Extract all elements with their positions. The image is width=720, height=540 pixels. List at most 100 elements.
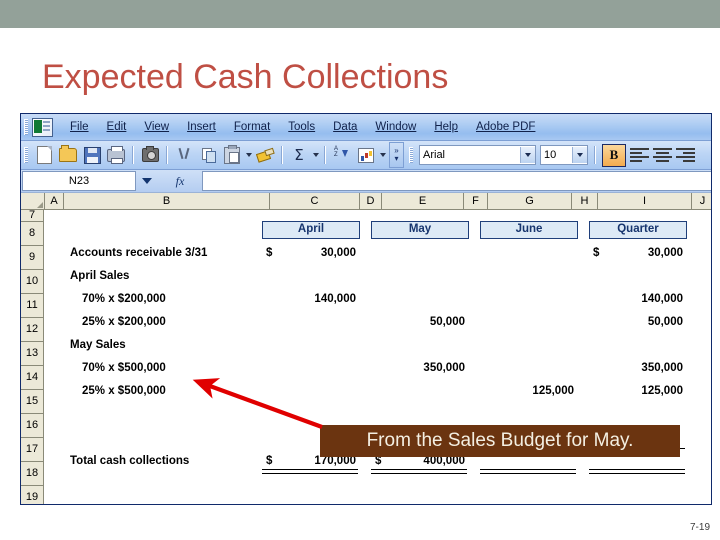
- paste-button[interactable]: [221, 144, 243, 166]
- cell-label-april-25[interactable]: 25% x $200,000: [82, 316, 166, 328]
- cell-total-april-dollar[interactable]: $: [266, 455, 272, 467]
- menu-item-adobe-pdf[interactable]: Adobe PDF: [467, 119, 544, 135]
- font-name-select[interactable]: Arial: [419, 145, 536, 165]
- font-name-chevron-down-icon[interactable]: [520, 147, 535, 163]
- format-painter-button[interactable]: [254, 144, 276, 166]
- cell-june-25[interactable]: 125,000: [496, 385, 574, 397]
- font-name-value: Arial: [423, 149, 446, 161]
- column-header-h[interactable]: H: [572, 193, 598, 210]
- cell-label-april-sales[interactable]: April Sales: [70, 270, 129, 282]
- column-header-b[interactable]: B: [64, 193, 270, 210]
- excel-document-icon: [32, 117, 53, 137]
- menu-item-file[interactable]: File: [61, 119, 98, 135]
- font-size-chevron-down-icon[interactable]: [572, 147, 587, 163]
- print-preview-button[interactable]: [139, 144, 161, 166]
- cut-button[interactable]: [173, 144, 195, 166]
- name-box-chevron-down-icon[interactable]: [136, 172, 158, 190]
- row-header-15[interactable]: 15: [21, 390, 44, 414]
- name-box[interactable]: N23: [22, 171, 136, 191]
- insert-function-icon[interactable]: fx: [158, 174, 202, 189]
- paste-options-chevron-down-icon[interactable]: [244, 144, 253, 166]
- open-button[interactable]: [57, 144, 79, 166]
- cell-label-april-70[interactable]: 70% x $200,000: [82, 293, 166, 305]
- cell-may-25[interactable]: 50,000: [387, 316, 465, 328]
- cell-label-may-70[interactable]: 70% x $500,000: [82, 362, 166, 374]
- row-header-8[interactable]: 8: [21, 222, 44, 246]
- cell-quarter-may-70[interactable]: 350,000: [605, 362, 683, 374]
- cell-header-april[interactable]: April: [262, 221, 360, 239]
- cell-quarter-ar[interactable]: 30,000: [605, 247, 683, 259]
- save-button[interactable]: [81, 144, 103, 166]
- column-header-a[interactable]: A: [45, 193, 64, 210]
- save-disk-icon: [83, 146, 101, 164]
- cell-april-70[interactable]: 140,000: [278, 293, 356, 305]
- cell-april-ar-dollar[interactable]: $: [266, 247, 272, 259]
- row-header-17[interactable]: 17: [21, 438, 44, 462]
- font-size-select[interactable]: 10: [540, 145, 588, 165]
- cell-label-may-25[interactable]: 25% x $500,000: [82, 385, 166, 397]
- row-header-11[interactable]: 11: [21, 294, 44, 318]
- column-header-g[interactable]: G: [488, 193, 572, 210]
- autosum-button[interactable]: Σ: [288, 144, 310, 166]
- toolbar-separator: [324, 146, 326, 164]
- cell-quarter-ar-dollar[interactable]: $: [593, 247, 599, 259]
- row-header-13[interactable]: 13: [21, 342, 44, 366]
- scissors-icon: [177, 148, 191, 163]
- cell-label-may-sales[interactable]: May Sales: [70, 339, 126, 351]
- cell-header-may[interactable]: May: [371, 221, 469, 239]
- row-header-9[interactable]: 9: [21, 246, 44, 270]
- menu-grip-handle[interactable]: [24, 119, 28, 135]
- menu-item-edit[interactable]: Edit: [98, 119, 136, 135]
- menu-item-view[interactable]: View: [135, 119, 178, 135]
- open-folder-icon: [59, 145, 77, 162]
- menu-item-window[interactable]: Window: [366, 119, 425, 135]
- cell-may-70[interactable]: 350,000: [387, 362, 465, 374]
- align-center-button[interactable]: [651, 145, 674, 165]
- toolbar-options-button[interactable]: » ▾: [389, 142, 404, 168]
- copy-icon: [201, 148, 216, 163]
- cells-area[interactable]: April May June Quarter Accounts receivab…: [44, 210, 711, 504]
- grid-body: 7 8 9 10 11 12 13 14 15 16 17 18 19 Apri…: [21, 210, 711, 504]
- row-header-18[interactable]: 18: [21, 462, 44, 486]
- cell-quarter-april-25[interactable]: 50,000: [605, 316, 683, 328]
- sort-ascending-button[interactable]: [331, 144, 353, 166]
- autosum-chevron-down-icon[interactable]: [311, 144, 320, 166]
- cell-header-quarter[interactable]: Quarter: [589, 221, 687, 239]
- new-button[interactable]: [33, 144, 55, 166]
- formatting-toolbar-grip-handle[interactable]: [409, 147, 413, 163]
- menu-item-help[interactable]: Help: [425, 119, 467, 135]
- cell-label-accounts-receivable[interactable]: Accounts receivable 3/31: [70, 247, 207, 259]
- print-button[interactable]: [105, 144, 127, 166]
- cell-header-june[interactable]: June: [480, 221, 578, 239]
- row-header-16[interactable]: 16: [21, 414, 44, 438]
- copy-button[interactable]: [197, 144, 219, 166]
- select-all-corner[interactable]: [21, 193, 45, 210]
- row-header-7[interactable]: 7: [21, 210, 44, 222]
- chart-wizard-button[interactable]: [355, 144, 377, 166]
- menu-item-insert[interactable]: Insert: [178, 119, 225, 135]
- bold-button[interactable]: B: [602, 143, 626, 167]
- row-header-12[interactable]: 12: [21, 318, 44, 342]
- column-header-j[interactable]: J: [692, 193, 711, 210]
- column-header-c[interactable]: C: [270, 193, 360, 210]
- formula-input[interactable]: [202, 171, 711, 191]
- cell-label-total-cash-collections[interactable]: Total cash collections: [70, 455, 189, 467]
- cell-quarter-april-70[interactable]: 140,000: [605, 293, 683, 305]
- menu-item-data[interactable]: Data: [324, 119, 366, 135]
- column-header-f[interactable]: F: [464, 193, 488, 210]
- menu-item-tools[interactable]: Tools: [279, 119, 324, 135]
- row-header-19[interactable]: 19: [21, 486, 44, 504]
- menu-item-format[interactable]: Format: [225, 119, 279, 135]
- column-header-d[interactable]: D: [360, 193, 382, 210]
- align-left-button[interactable]: [628, 145, 651, 165]
- cell-april-ar[interactable]: 30,000: [278, 247, 356, 259]
- row-header-14[interactable]: 14: [21, 366, 44, 390]
- toolbar-overflow-chevron-down-icon[interactable]: [378, 144, 387, 166]
- column-header-i[interactable]: I: [598, 193, 692, 210]
- toolbar-grip-handle[interactable]: [24, 147, 28, 163]
- column-header-e[interactable]: E: [382, 193, 464, 210]
- menu-item-view-label: View: [144, 121, 170, 133]
- align-right-button[interactable]: [674, 145, 697, 165]
- row-header-10[interactable]: 10: [21, 270, 44, 294]
- cell-quarter-may-25[interactable]: 125,000: [605, 385, 683, 397]
